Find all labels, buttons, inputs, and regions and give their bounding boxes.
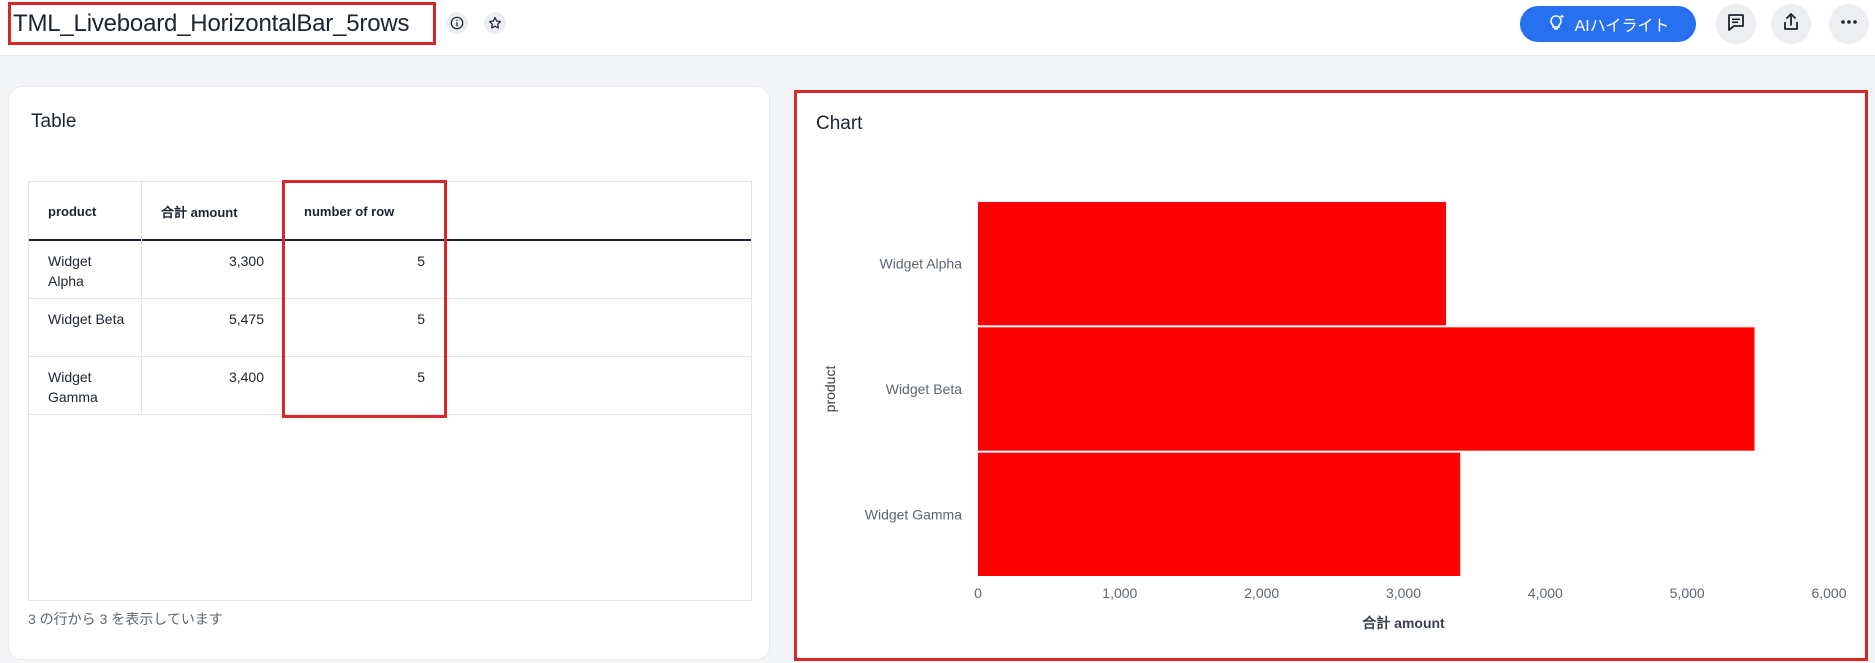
x-tick-label: 2,000 — [1244, 585, 1279, 601]
more-button[interactable] — [1829, 4, 1869, 44]
row-count-footer: 3 の行から 3 を表示しています — [28, 611, 223, 627]
cell-amount: 5,475 — [228, 311, 264, 327]
x-axis-label: 合計 amount — [1362, 615, 1445, 631]
star-icon[interactable] — [484, 12, 506, 34]
y-tick-label: Widget Beta — [886, 381, 962, 397]
more-icon — [1839, 12, 1859, 37]
column-header-product[interactable]: product — [29, 182, 142, 240]
cell-product: Widget Gamma — [48, 369, 98, 405]
cell-product: Widget Alpha — [48, 253, 92, 289]
ai-highlight-label: AIハイライト — [1574, 18, 1670, 35]
bar-widget-beta[interactable] — [978, 327, 1755, 451]
y-tick-label: Widget Gamma — [865, 506, 962, 522]
comment-button[interactable] — [1716, 4, 1756, 44]
y-axis-label: product — [822, 366, 838, 413]
column-header-amount[interactable]: 合計 amount — [142, 182, 285, 240]
cell-amount: 3,400 — [228, 369, 264, 385]
column-highlight-box — [282, 180, 447, 418]
info-icon[interactable] — [446, 12, 468, 34]
x-tick-label: 4,000 — [1528, 585, 1563, 601]
title-highlight-box: TML_Liveboard_HorizontalBar_5rows — [8, 2, 436, 45]
bar-widget-alpha[interactable] — [978, 202, 1447, 326]
x-tick-label: 0 — [974, 585, 982, 601]
bar-widget-gamma[interactable] — [978, 452, 1461, 576]
x-tick-label: 6,000 — [1811, 585, 1846, 601]
share-icon — [1781, 12, 1801, 37]
page-header: TML_Liveboard_HorizontalBar_5rows AIハイライ… — [0, 0, 1875, 56]
x-tick-label: 5,000 — [1670, 585, 1705, 601]
horizontal-bar-chart[interactable]: Widget Alpha Widget Beta Widget Gamma 0 1,00… — [797, 93, 1865, 658]
x-tick-label: 3,000 — [1386, 585, 1421, 601]
cell-product: Widget Beta — [48, 311, 125, 327]
y-tick-label: Widget Alpha — [880, 256, 963, 272]
cell-amount: 3,300 — [228, 253, 264, 269]
table-card-title: Table — [31, 111, 77, 132]
liveboard-title[interactable]: TML_Liveboard_HorizontalBar_5rows — [13, 10, 409, 38]
x-tick-label: 1,000 — [1102, 585, 1137, 601]
sparkle-bulb-icon — [1547, 12, 1567, 37]
comment-icon — [1726, 12, 1746, 37]
share-button[interactable] — [1771, 4, 1811, 44]
ai-highlight-button[interactable]: AIハイライト — [1520, 6, 1696, 42]
chart-card[interactable]: Chart Widget Alpha Widget Beta Widget Gamm… — [794, 90, 1868, 661]
